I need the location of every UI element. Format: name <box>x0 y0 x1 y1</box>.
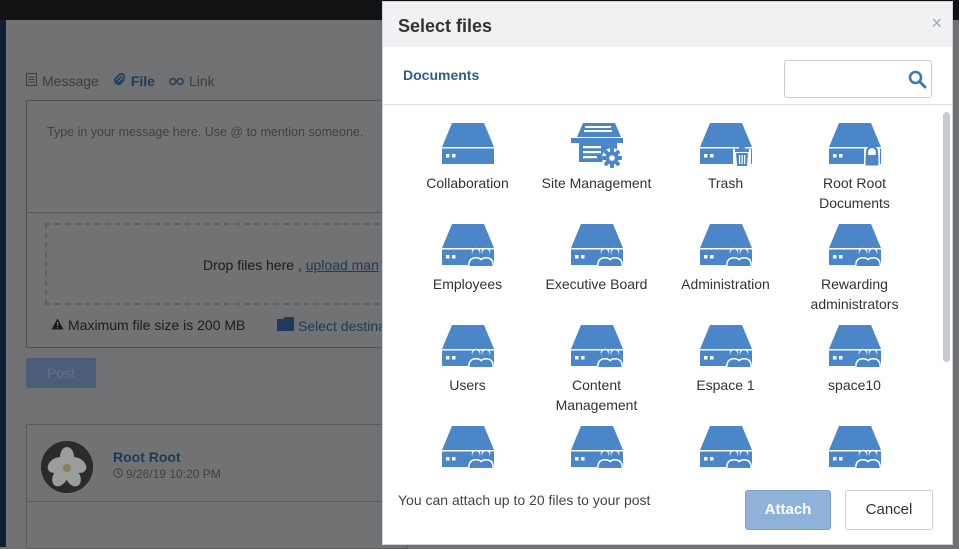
dialog-title: Select files <box>398 16 493 36</box>
drive-gear-icon <box>569 121 625 169</box>
drive-label: Collaboration <box>426 175 509 191</box>
breadcrumb[interactable]: Documents <box>403 67 479 83</box>
drive-item[interactable]: Root Root Documents <box>790 121 919 222</box>
drive-item[interactable]: Content Management <box>532 323 661 424</box>
drive-item[interactable] <box>661 424 790 469</box>
timestamp: 9/26/19 10:20 PM <box>113 467 221 481</box>
close-icon[interactable]: × <box>931 14 942 32</box>
drive-label: Users <box>449 377 486 393</box>
drive-users-icon <box>569 222 625 270</box>
warning-icon <box>51 317 64 333</box>
drive-item[interactable]: space10 <box>790 323 919 424</box>
tab-message-label: Message <box>42 73 99 89</box>
drive-icon <box>440 121 496 169</box>
post-button[interactable]: Post <box>26 358 96 388</box>
drive-item[interactable]: Employees <box>403 222 532 323</box>
scrollbar[interactable] <box>943 112 950 362</box>
tab-link-label: Link <box>188 73 215 89</box>
drive-users-icon <box>440 323 496 371</box>
search-input[interactable] <box>791 67 905 93</box>
max-file-size-note: Maximum file size is 200 MB <box>51 317 245 333</box>
divider <box>27 501 407 502</box>
message-input[interactable]: Type in your message here. Use @ to ment… <box>47 125 363 139</box>
activity-item: Root Root 9/26/19 10:20 PM <box>26 424 408 549</box>
drive-users-icon <box>569 323 625 371</box>
drive-item[interactable]: Trash <box>661 121 790 222</box>
page-edge-fragment <box>953 76 959 86</box>
drives-list: Collaboration Site Management Trash Root Ro… <box>383 105 939 469</box>
file-dropzone[interactable]: Drop files here , upload man <box>45 223 409 305</box>
search-icon[interactable] <box>908 70 927 94</box>
drive-item[interactable] <box>532 424 661 469</box>
drive-users-icon <box>827 323 883 371</box>
drive-label: space10 <box>828 377 881 393</box>
tab-link[interactable]: Link <box>168 73 215 89</box>
drive-users-icon <box>827 222 883 270</box>
drive-item[interactable]: Rewarding administrators <box>790 222 919 323</box>
paperclip-icon <box>113 72 126 89</box>
drive-label: Executive Board <box>545 276 648 292</box>
drive-users-icon <box>569 424 625 469</box>
tab-file-label: File <box>130 73 155 89</box>
drive-label: Espace 1 <box>696 377 755 393</box>
drive-item[interactable]: Collaboration <box>403 121 532 222</box>
drive-users-icon <box>698 222 754 270</box>
drive-label: Administration <box>681 276 770 292</box>
drive-item[interactable]: Site Management <box>532 121 661 222</box>
drive-label: Content Management <box>555 377 638 413</box>
drive-label: Site Management <box>541 175 652 191</box>
link-icon <box>168 73 184 89</box>
drop-text: Drop files here , upload man <box>203 257 379 273</box>
drive-item[interactable]: Executive Board <box>532 222 661 323</box>
divider <box>27 212 407 213</box>
drive-users-icon <box>827 424 883 469</box>
select-destination-label: Select destina <box>298 317 386 334</box>
drive-users-icon <box>440 424 496 469</box>
drive-item[interactable]: Administration <box>661 222 790 323</box>
drive-item[interactable] <box>790 424 919 469</box>
drive-users-icon <box>698 424 754 469</box>
upload-manually-link[interactable]: upload man <box>306 257 379 273</box>
max-file-size-text: Maximum file size is 200 MB <box>68 317 246 333</box>
drive-item[interactable]: Espace 1 <box>661 323 790 424</box>
tab-message[interactable]: Message <box>26 73 99 89</box>
timestamp-text: 9/26/19 10:20 PM <box>126 467 221 481</box>
select-files-dialog: Select files × Documents Collaboration Si… <box>382 1 953 545</box>
attach-button[interactable]: Attach <box>745 490 831 530</box>
drive-label: Root Root Documents <box>819 175 890 211</box>
drive-users-icon <box>698 323 754 371</box>
cancel-button[interactable]: Cancel <box>845 490 933 530</box>
drive-item[interactable]: Users <box>403 323 532 424</box>
drop-label: Drop files here , <box>203 257 302 273</box>
document-icon <box>26 73 37 89</box>
drives-grid: Collaboration Site Management Trash Root Ro… <box>403 121 919 469</box>
drive-label: Trash <box>707 175 744 191</box>
drive-users-icon <box>440 222 496 270</box>
composer-tabs: Message File Link <box>26 72 215 89</box>
author-name[interactable]: Root Root <box>113 449 181 465</box>
drive-trash-icon <box>698 121 754 169</box>
drive-label: Employees <box>432 276 503 292</box>
composer-box: Type in your message here. Use @ to ment… <box>26 100 409 348</box>
attach-limit-note: You can attach up to 20 files to your po… <box>398 492 651 508</box>
avatar[interactable] <box>41 441 93 493</box>
select-destination-link[interactable]: Select destina <box>277 317 386 334</box>
folder-icon <box>277 317 294 334</box>
drive-item[interactable] <box>403 424 532 469</box>
tab-file[interactable]: File <box>113 72 155 89</box>
dialog-header: Select files × <box>383 2 952 47</box>
drive-label: Rewarding administrators <box>810 276 899 312</box>
clock-icon <box>113 467 123 481</box>
drive-lock-icon <box>827 121 883 169</box>
search-field[interactable] <box>784 60 932 98</box>
